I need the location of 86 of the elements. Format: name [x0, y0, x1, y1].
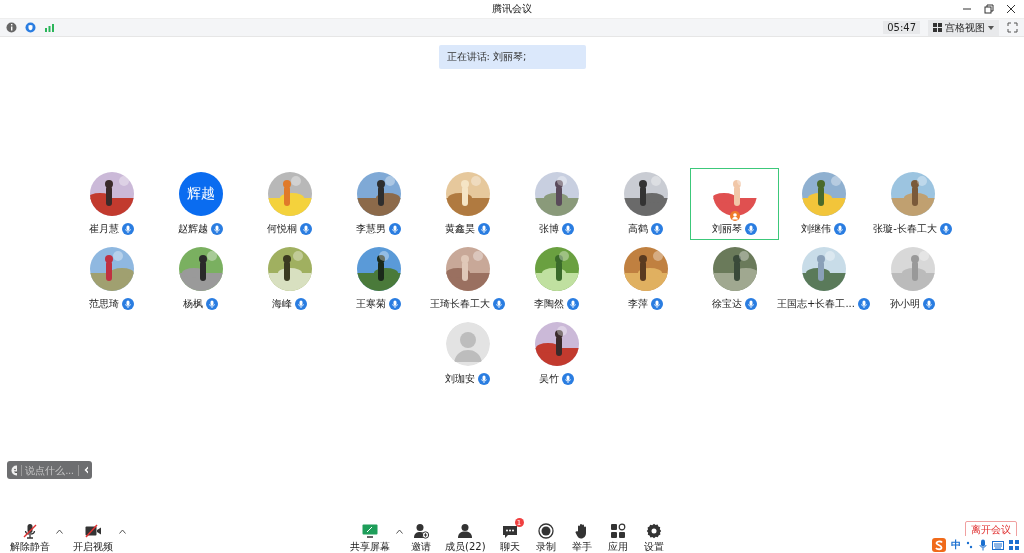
- collapse-icon[interactable]: [83, 466, 88, 474]
- default-avatar-icon: [445, 322, 490, 366]
- ime-logo-icon[interactable]: [932, 537, 946, 552]
- participant-name: 刘丽琴: [712, 222, 742, 236]
- microphone-icon: [939, 223, 952, 235]
- caret-icon: [988, 25, 994, 30]
- caret-icon[interactable]: [119, 529, 126, 534]
- participant-name: 李慧男: [356, 222, 386, 236]
- microphone-icon: [493, 298, 505, 310]
- microphone-icon: [745, 298, 757, 310]
- microphone-icon: [122, 223, 134, 235]
- share-button[interactable]: 共享屏幕: [344, 519, 396, 553]
- participant-name: 吴竹: [539, 372, 559, 386]
- microphone-icon: [478, 373, 490, 385]
- caret-icon[interactable]: [56, 529, 63, 534]
- apps-icon: [609, 523, 626, 539]
- participant-name: 刘继伟: [801, 222, 831, 236]
- participant-name: 孙小明: [890, 297, 920, 311]
- monitor-icon: [362, 523, 378, 539]
- microphone-icon: [478, 223, 490, 235]
- add-person-icon: [413, 523, 429, 539]
- participant-name: 王寒菊: [356, 297, 386, 311]
- participant-name: 张璇-长春工大: [873, 222, 937, 236]
- invite-button[interactable]: 邀请: [403, 519, 439, 553]
- record-button[interactable]: 录制: [527, 519, 564, 553]
- person-icon: [457, 523, 474, 539]
- participant-name: 高鹤: [628, 222, 648, 236]
- chat-icon: [501, 523, 518, 539]
- settings-button[interactable]: 设置: [635, 519, 672, 553]
- microphone-icon: [295, 298, 307, 310]
- participant-name: 崔月慧: [89, 222, 119, 236]
- speaking-banner: 正在讲话: 刘丽琴;: [438, 45, 586, 69]
- microphone-icon: [651, 298, 663, 310]
- record-icon: [537, 523, 554, 539]
- microphone-icon: [122, 298, 134, 310]
- start-video-button[interactable]: 开启视频: [67, 519, 119, 553]
- punctuation-icon[interactable]: [966, 539, 974, 550]
- close-icon[interactable]: [1006, 4, 1016, 14]
- participant-name: 王国志+长春工...: [777, 297, 855, 311]
- chat-input[interactable]: 说点什么...: [7, 461, 92, 479]
- microphone-icon: [389, 223, 401, 235]
- view-mode-dropdown[interactable]: 宫格视图: [928, 19, 999, 36]
- microphone-icon: [562, 223, 574, 235]
- meeting-timer: 05:47: [883, 21, 920, 34]
- participant-name: 王琦长春工大: [430, 297, 490, 311]
- microphone-icon: [651, 223, 663, 235]
- host-badge-icon: [729, 211, 740, 221]
- shield-icon[interactable]: [25, 22, 36, 33]
- microphone-icon: [389, 298, 401, 310]
- grid-icon: [933, 23, 942, 32]
- participant-name: 何悦桐: [267, 222, 297, 236]
- participant-name: 范思琦: [89, 297, 119, 311]
- fullscreen-icon[interactable]: [1007, 22, 1018, 33]
- keyboard-icon[interactable]: [992, 539, 1004, 550]
- window-title: 腾讯会议: [492, 2, 532, 16]
- settings-icon: [645, 523, 662, 539]
- participant-name: 刘珈安: [445, 372, 475, 386]
- participant-name: 黄鑫昊: [445, 222, 475, 236]
- microphone-icon: [300, 223, 312, 235]
- avatar: 辉越: [178, 172, 223, 216]
- participant-name: 赵辉越: [178, 222, 208, 236]
- members-button[interactable]: 成员(22): [439, 519, 492, 553]
- microphone-icon: [562, 373, 574, 385]
- grid-icon[interactable]: [1009, 539, 1019, 550]
- participant-name: 李萍: [628, 297, 648, 311]
- participant-name: 海峰: [272, 297, 292, 311]
- input-mode[interactable]: 中: [951, 537, 961, 552]
- microphone-icon: [857, 298, 870, 310]
- caret-icon[interactable]: [396, 529, 403, 534]
- microphone-icon: [567, 298, 579, 310]
- info-icon[interactable]: [6, 22, 17, 33]
- hand-button[interactable]: 举手: [563, 519, 600, 553]
- microphone-icon: [206, 298, 218, 310]
- emoji-icon[interactable]: [11, 464, 18, 476]
- restore-icon[interactable]: [984, 4, 994, 14]
- participant-name: 李陶然: [534, 297, 564, 311]
- participant-name: 徐宝达: [712, 297, 742, 311]
- microphone-icon: [923, 298, 935, 310]
- microphone-icon[interactable]: [979, 538, 987, 551]
- apps-button[interactable]: 应用: [599, 519, 636, 553]
- participant-name: 张博: [539, 222, 559, 236]
- participant-name: 杨枫: [183, 297, 203, 311]
- microphone-icon: [834, 223, 846, 235]
- microphone-icon: [211, 223, 223, 235]
- microphone-icon: [745, 223, 757, 235]
- unmute-button[interactable]: 解除静音: [4, 519, 56, 553]
